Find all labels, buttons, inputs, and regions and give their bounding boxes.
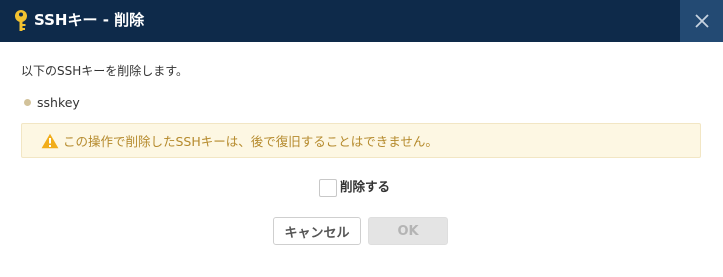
ssh-key-list-item: sshkey [24,95,80,110]
close-button[interactable] [680,0,723,42]
bullet-icon [24,99,31,106]
warning-text: この操作で削除したSSHキーは、後で復旧することはできません。 [63,134,438,149]
ssh-key-name: sshkey [37,95,80,110]
intro-text: 以下のSSHキーを削除します。 [21,64,189,78]
dialog-header: SSHキー - 削除 [0,0,723,42]
key-icon [15,10,27,31]
warning-icon [41,133,59,148]
ok-button[interactable]: OK [368,217,448,245]
close-icon [694,14,709,28]
confirm-delete-checkbox[interactable] [319,179,337,197]
confirm-delete-label[interactable]: 削除する [340,176,390,195]
confirm-delete: 削除する [319,176,390,197]
cancel-button[interactable]: キャンセル [273,217,361,245]
delete-ssh-key-dialog: SSHキー - 削除 以下のSSHキーを削除します。 sshkey この操作で削… [0,0,723,277]
warning-message: この操作で削除したSSHキーは、後で復旧することはできません。 [21,123,701,158]
dialog-title: SSHキー - 削除 [34,11,145,29]
